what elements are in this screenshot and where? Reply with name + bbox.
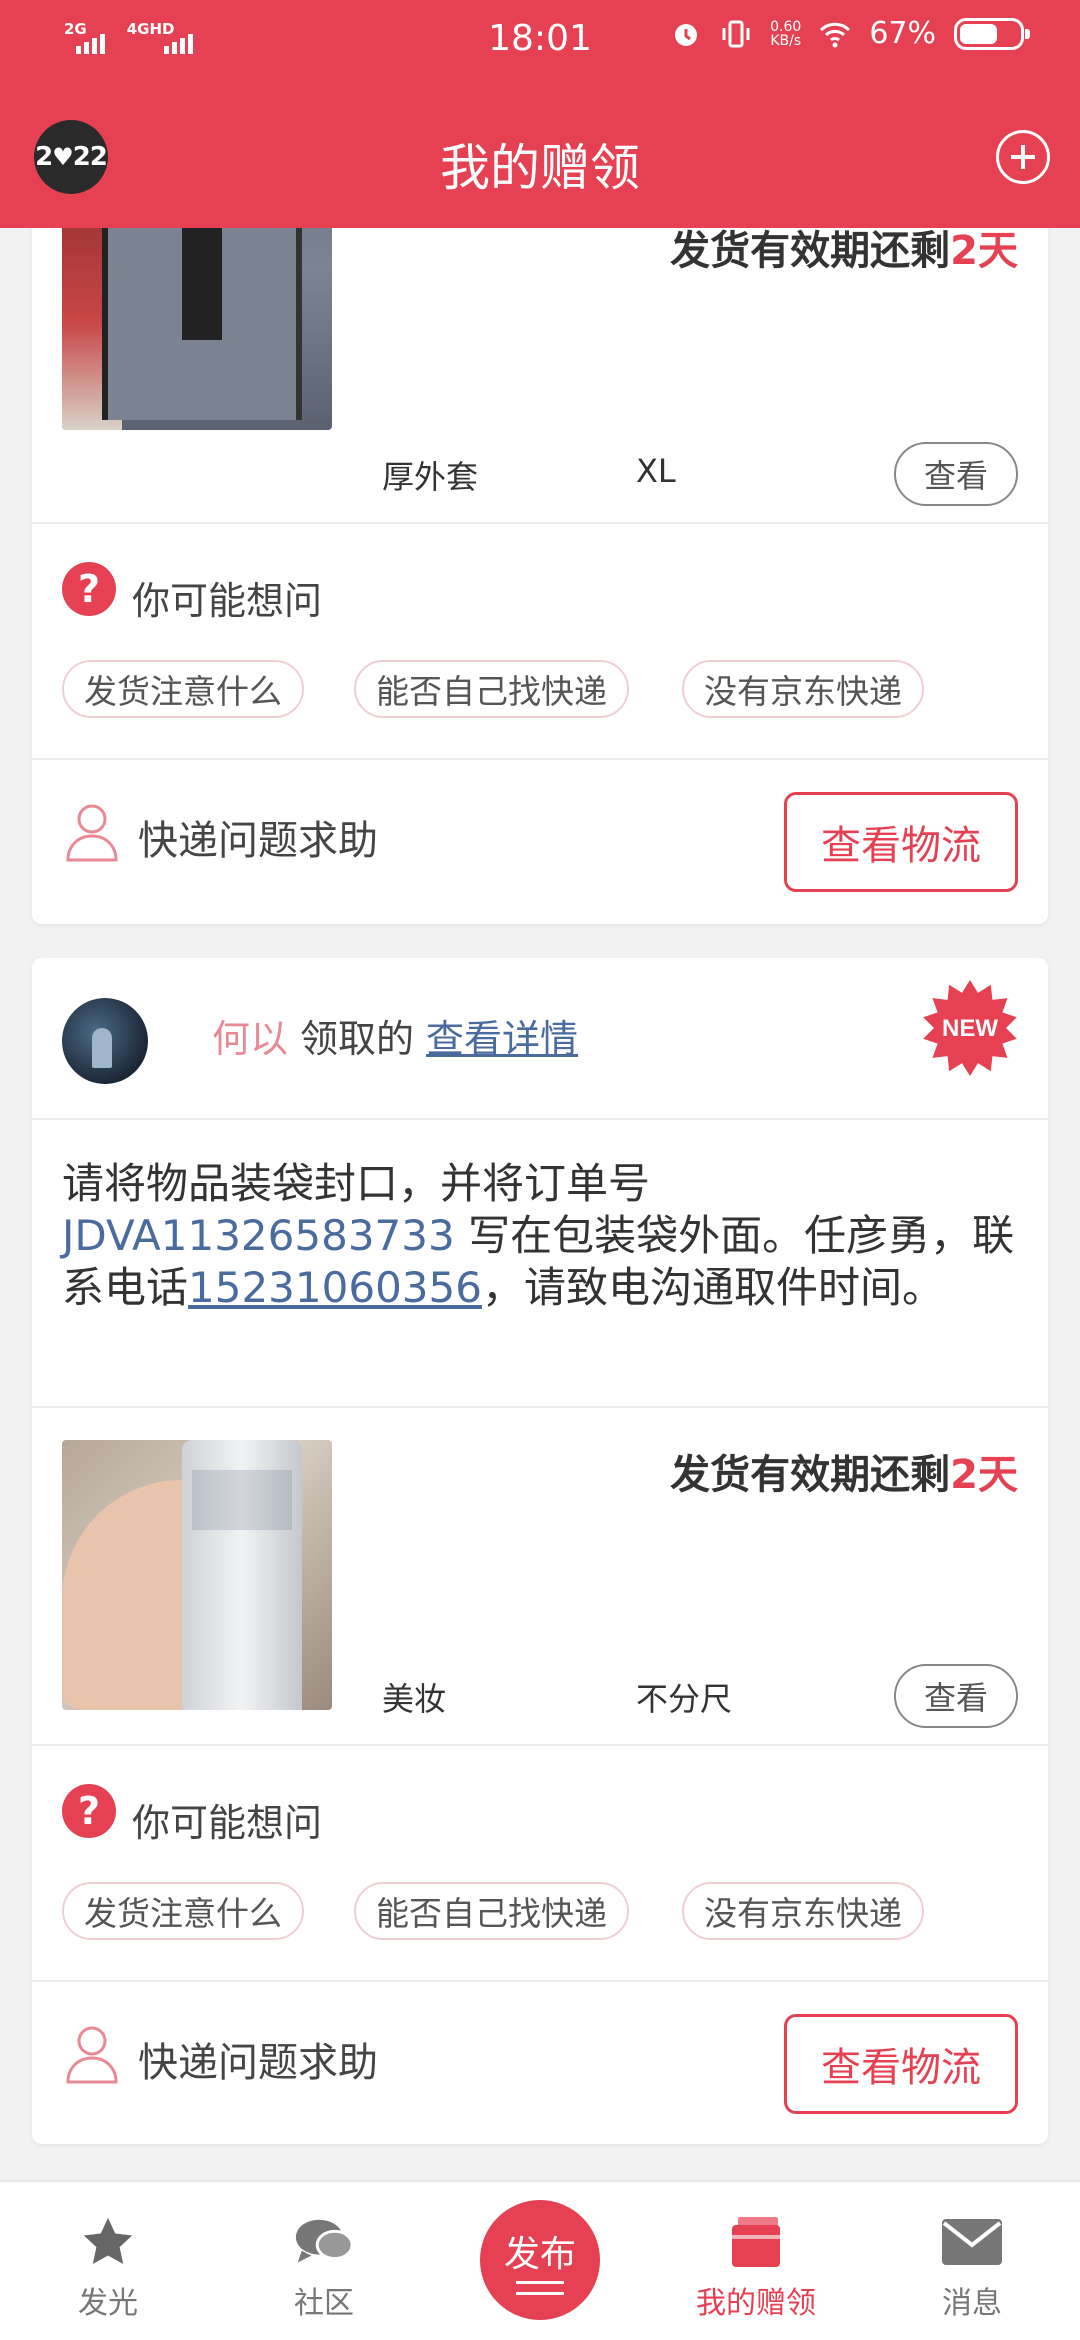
validity-days: 2天 (950, 1452, 1018, 1498)
item-size: XL (636, 452, 676, 490)
new-badge-label: NEW (942, 1015, 998, 1042)
view-button[interactable]: 查看 (894, 442, 1018, 506)
person-icon (66, 804, 118, 862)
item-size: 不分尺 (636, 1680, 733, 1718)
help-text[interactable]: 快递问题求助 (138, 808, 378, 866)
validity-days: 2天 (950, 228, 1018, 274)
gift-box-icon (724, 2212, 788, 2272)
publish-label: 发布 (503, 2234, 576, 2275)
tab-label: 我的赠领 (696, 2286, 816, 2321)
speed-value: 0.60 (770, 18, 802, 35)
tab-glow[interactable]: 发光 (18, 2212, 198, 2322)
question-icon: ? (62, 562, 116, 616)
gift-card: 何以 领取的 查看详情 NEW 请将物品装袋封口，并将订单号 JDVA1132658… (32, 958, 1048, 2144)
question-icon: ? (62, 1784, 116, 1838)
divider (32, 1406, 1048, 1408)
tab-community[interactable]: 社区 (234, 2212, 414, 2322)
bottom-tab-bar: 发光 社区 发布 我的赠领 消息 (0, 2180, 1080, 2340)
tab-label: 社区 (294, 2286, 354, 2321)
receiver-line: 何以 领取的 查看详情 (212, 1008, 578, 1063)
status-bar: 2G 4GHD 18:01 0.60 KB/s 67% (0, 0, 1080, 84)
alarm-icon (675, 23, 698, 46)
tab-label: 发光 (78, 2286, 138, 2321)
notice-text: ，请致电沟通取件时间。 (481, 1263, 944, 1312)
faq-chip[interactable]: 发货注意什么 (62, 1882, 304, 1940)
view-button[interactable]: 查看 (894, 1664, 1018, 1728)
receiver-name[interactable]: 何以 (212, 1017, 288, 1061)
tab-messages[interactable]: 消息 (882, 2212, 1062, 2322)
faq-title: 你可能想问 (132, 1801, 323, 1845)
phone-link[interactable]: 15231060356 (188, 1263, 482, 1312)
view-logistics-button[interactable]: 查看物流 (784, 792, 1018, 892)
wifi-icon (820, 22, 851, 47)
faq-title: 你可能想问 (132, 579, 323, 623)
chat-icon (292, 2212, 356, 2272)
help-text[interactable]: 快递问题求助 (138, 2030, 378, 2088)
divider (32, 1118, 1048, 1120)
star-icon (76, 2212, 140, 2272)
speed-unit: KB/s (770, 32, 802, 49)
vibrate-icon (722, 20, 750, 47)
validity-prefix: 发货有效期还剩 (670, 228, 951, 274)
divider (32, 758, 1048, 760)
tab-label: 消息 (942, 2286, 1002, 2321)
tab-my-gifts[interactable]: 我的赠领 (666, 2212, 846, 2322)
battery-percent: 67% (869, 16, 936, 51)
divider (32, 1980, 1048, 1982)
notice-text: 请将物品装袋封口，并将订单号 (62, 1159, 651, 1208)
view-logistics-button[interactable]: 查看物流 (784, 2014, 1018, 2114)
item-photo[interactable] (62, 1440, 332, 1710)
add-icon[interactable] (996, 130, 1050, 184)
divider (32, 522, 1048, 524)
received-label: 领取的 (300, 1017, 415, 1061)
app-header: 2G 4GHD 18:01 0.60 KB/s 67% 2 ♥ 22 我的赠领 (0, 0, 1080, 228)
validity-prefix: 发货有效期还剩 (670, 1452, 951, 1498)
page-title: 我的赠领 (440, 139, 640, 197)
shipping-notice: 请将物品装袋封口，并将订单号 JDVA11326583733 写在包装袋外面。任… (62, 1158, 1028, 1314)
item-name: 厚外套 (382, 458, 479, 496)
faq-chip[interactable]: 发货注意什么 (62, 660, 304, 718)
menu-lines-icon (516, 2281, 564, 2295)
faq-chip[interactable]: 能否自己找快递 (354, 1882, 629, 1940)
person-icon (66, 2026, 118, 2084)
divider (32, 1744, 1048, 1746)
new-badge: NEW (923, 980, 1017, 1076)
battery-icon (954, 17, 1030, 50)
publish-button[interactable]: 发布 (480, 2200, 600, 2320)
user-avatar[interactable] (62, 998, 148, 1084)
validity-text: 发货有效期还剩2天 (670, 1442, 1018, 1500)
order-code: JDVA11326583733 (62, 1211, 455, 1260)
faq-chip[interactable]: 能否自己找快递 (354, 660, 629, 718)
faq-chip[interactable]: 没有京东快递 (682, 1882, 924, 1940)
network-speed: 0.60 KB/s (770, 20, 801, 48)
item-name: 美妆 (382, 1680, 447, 1718)
gift-card: 发货有效期还剩2天 厚外套 XL 查看 ? 你可能想问 发货注意什么 能否自己找… (32, 160, 1048, 924)
faq-chip[interactable]: 没有京东快递 (682, 660, 924, 718)
view-details-link[interactable]: 查看详情 (426, 1017, 578, 1061)
mail-icon (940, 2212, 1004, 2272)
